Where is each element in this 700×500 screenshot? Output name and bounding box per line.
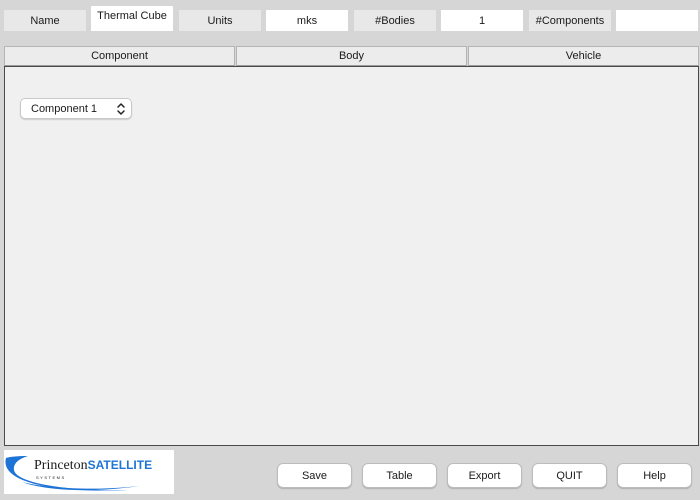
components-label: #Components [529, 10, 611, 31]
header-bar: Name Thermal Cube Units mks #Bodies 1 #C… [0, 0, 700, 40]
name-field[interactable]: Thermal Cube [91, 6, 173, 31]
component-select-value: Component 1 [31, 102, 98, 115]
components-field[interactable] [616, 10, 698, 31]
tab-body[interactable]: Body [236, 46, 467, 66]
component-panel: Component 1 [4, 66, 699, 446]
tab-bar: Component Body Vehicle [4, 46, 699, 66]
quit-button[interactable]: QUIT [532, 463, 607, 488]
logo-word-systems: SYSTEMS [36, 475, 66, 480]
save-button[interactable]: Save [277, 463, 352, 488]
component-select[interactable]: Component 1 [20, 98, 132, 119]
princeton-satellite-logo: PrincetonSATELLITE SYSTEMS [4, 450, 174, 494]
up-down-chevron-icon [117, 103, 125, 115]
bodies-label: #Bodies [354, 10, 436, 31]
table-button[interactable]: Table [362, 463, 437, 488]
logo-word-satellite: SATELLITE [87, 458, 153, 472]
logo-wordmark: PrincetonSATELLITE [34, 458, 152, 474]
bodies-field[interactable]: 1 [441, 10, 523, 31]
units-field[interactable]: mks [266, 10, 348, 31]
logo-word-princeton: Princeton [34, 458, 88, 473]
export-button[interactable]: Export [447, 463, 522, 488]
tab-component[interactable]: Component [4, 46, 235, 66]
name-label: Name [4, 10, 86, 31]
units-label: Units [179, 10, 261, 31]
tab-vehicle[interactable]: Vehicle [468, 46, 699, 66]
help-button[interactable]: Help [617, 463, 692, 488]
